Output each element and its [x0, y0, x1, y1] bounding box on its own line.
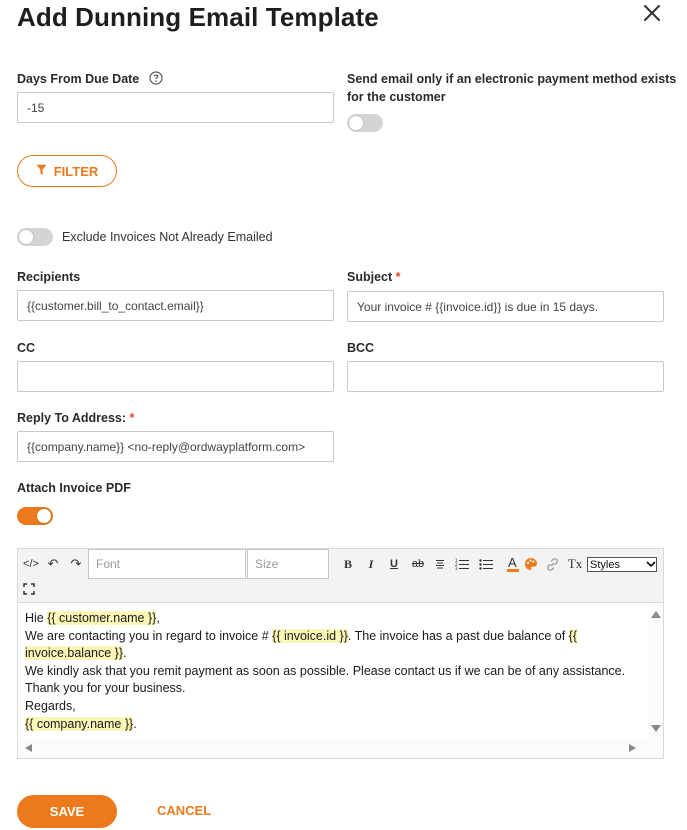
bullet-list-icon[interactable]	[478, 556, 494, 572]
bcc-label: BCC	[347, 341, 375, 355]
scroll-up-icon[interactable]	[651, 611, 661, 618]
align-icon[interactable]	[433, 556, 447, 572]
text-color-icon[interactable]: A	[505, 554, 521, 574]
subject-required-mark: *	[395, 270, 401, 284]
template-variable: {{ invoice.id }}	[272, 628, 348, 643]
link-icon[interactable]	[544, 556, 560, 572]
filter-button[interactable]: FILTER	[17, 155, 117, 187]
reply-to-label-text: Reply To Address:	[17, 411, 127, 425]
attach-pdf-toggle[interactable]	[17, 507, 53, 525]
editor-toolbar: </> ↶ ↷ Font Size B I U ab 123 A Tx Styl…	[18, 549, 663, 603]
email-body-editor: </> ↶ ↷ Font Size B I U ab 123 A Tx Styl…	[17, 548, 664, 759]
days-from-due-label: Days From Due Date	[17, 71, 163, 86]
days-from-due-label-text: Days From Due Date	[17, 72, 140, 86]
scroll-down-icon[interactable]	[651, 725, 661, 732]
vertical-scrollbar[interactable]	[648, 604, 663, 739]
svg-text:3: 3	[455, 566, 458, 570]
electronic-payment-label: Send email only if an electronic payment…	[347, 71, 676, 106]
recipients-input[interactable]: {{customer.bill_to_contact.email}}	[17, 290, 334, 321]
chevron-down-icon	[646, 559, 656, 571]
recipients-label: Recipients	[17, 270, 81, 284]
subject-label: Subject *	[347, 270, 401, 284]
funnel-icon	[36, 164, 47, 179]
body-line-5: Thank you for your business.	[25, 681, 186, 696]
filter-button-label: FILTER	[53, 163, 99, 179]
styles-select-label: Styles	[590, 558, 620, 571]
palette-icon[interactable]	[523, 556, 539, 572]
template-variable: {{	[568, 628, 578, 643]
styles-select[interactable]: Styles	[587, 557, 657, 572]
bcc-input[interactable]	[347, 361, 664, 392]
font-select[interactable]: Font	[88, 549, 246, 579]
clear-format-button[interactable]: Tx	[567, 556, 583, 572]
undo-button[interactable]: ↶	[45, 556, 61, 572]
reply-to-label: Reply To Address: *	[17, 411, 134, 425]
body-line-1: Hie {{ customer.name }},	[25, 611, 160, 625]
cc-input[interactable]	[17, 361, 334, 392]
scroll-left-icon[interactable]	[25, 744, 32, 752]
days-from-due-input[interactable]: -15	[17, 92, 334, 123]
bold-button[interactable]: B	[340, 556, 356, 572]
cc-label: CC	[17, 341, 36, 355]
numbered-list-icon[interactable]: 123	[454, 556, 470, 572]
exclude-invoices-toggle[interactable]	[17, 228, 53, 246]
attach-pdf-label: Attach Invoice PDF	[17, 481, 131, 495]
cancel-button[interactable]: CANCEL	[157, 803, 211, 818]
subject-input[interactable]: Your invoice # {{invoice.id}} is due in …	[347, 291, 664, 322]
question-circle-icon[interactable]	[149, 71, 163, 85]
underline-button[interactable]: U	[386, 556, 402, 572]
modal-title: Add Dunning Email Template	[17, 2, 379, 32]
template-variable: invoice.balance }}	[25, 646, 123, 661]
reply-to-input[interactable]: {{company.name}} <no-reply@ordwayplatfor…	[17, 431, 334, 462]
italic-button[interactable]: I	[363, 556, 379, 572]
scroll-right-icon[interactable]	[629, 744, 636, 752]
save-button[interactable]: SAVE	[17, 795, 117, 828]
size-select[interactable]: Size	[247, 549, 329, 579]
body-line-6: Regards,	[25, 698, 76, 713]
subject-label-text: Subject	[347, 270, 393, 284]
fullscreen-icon[interactable]	[21, 581, 37, 597]
strikethrough-button[interactable]: ab	[408, 556, 428, 572]
electronic-payment-toggle[interactable]	[347, 114, 383, 132]
electronic-payment-label-line2: for the customer	[347, 89, 446, 104]
close-icon[interactable]	[640, 2, 664, 26]
exclude-invoices-label: Exclude Invoices Not Already Emailed	[62, 230, 273, 244]
template-variable: {{ customer.name }}	[47, 611, 157, 625]
source-code-button[interactable]: </>	[20, 556, 42, 572]
electronic-payment-label-line1: Send email only if an electronic payment…	[347, 72, 677, 86]
template-variable: {{ company.name }}	[25, 716, 134, 731]
reply-to-required-mark: *	[129, 411, 135, 425]
body-line-2: We are contacting you in regard to invoi…	[25, 628, 578, 643]
editor-content[interactable]: Hie {{ customer.name }}, We are contacti…	[18, 604, 648, 739]
redo-button[interactable]: ↷	[68, 556, 84, 572]
body-line-7: {{ company.name }}.	[25, 716, 137, 731]
body-line-3: invoice.balance }}.	[25, 646, 127, 661]
body-line-4: We kindly ask that you remit payment as …	[25, 663, 626, 678]
svg-text:A: A	[508, 555, 517, 570]
horizontal-scrollbar[interactable]	[18, 739, 663, 758]
